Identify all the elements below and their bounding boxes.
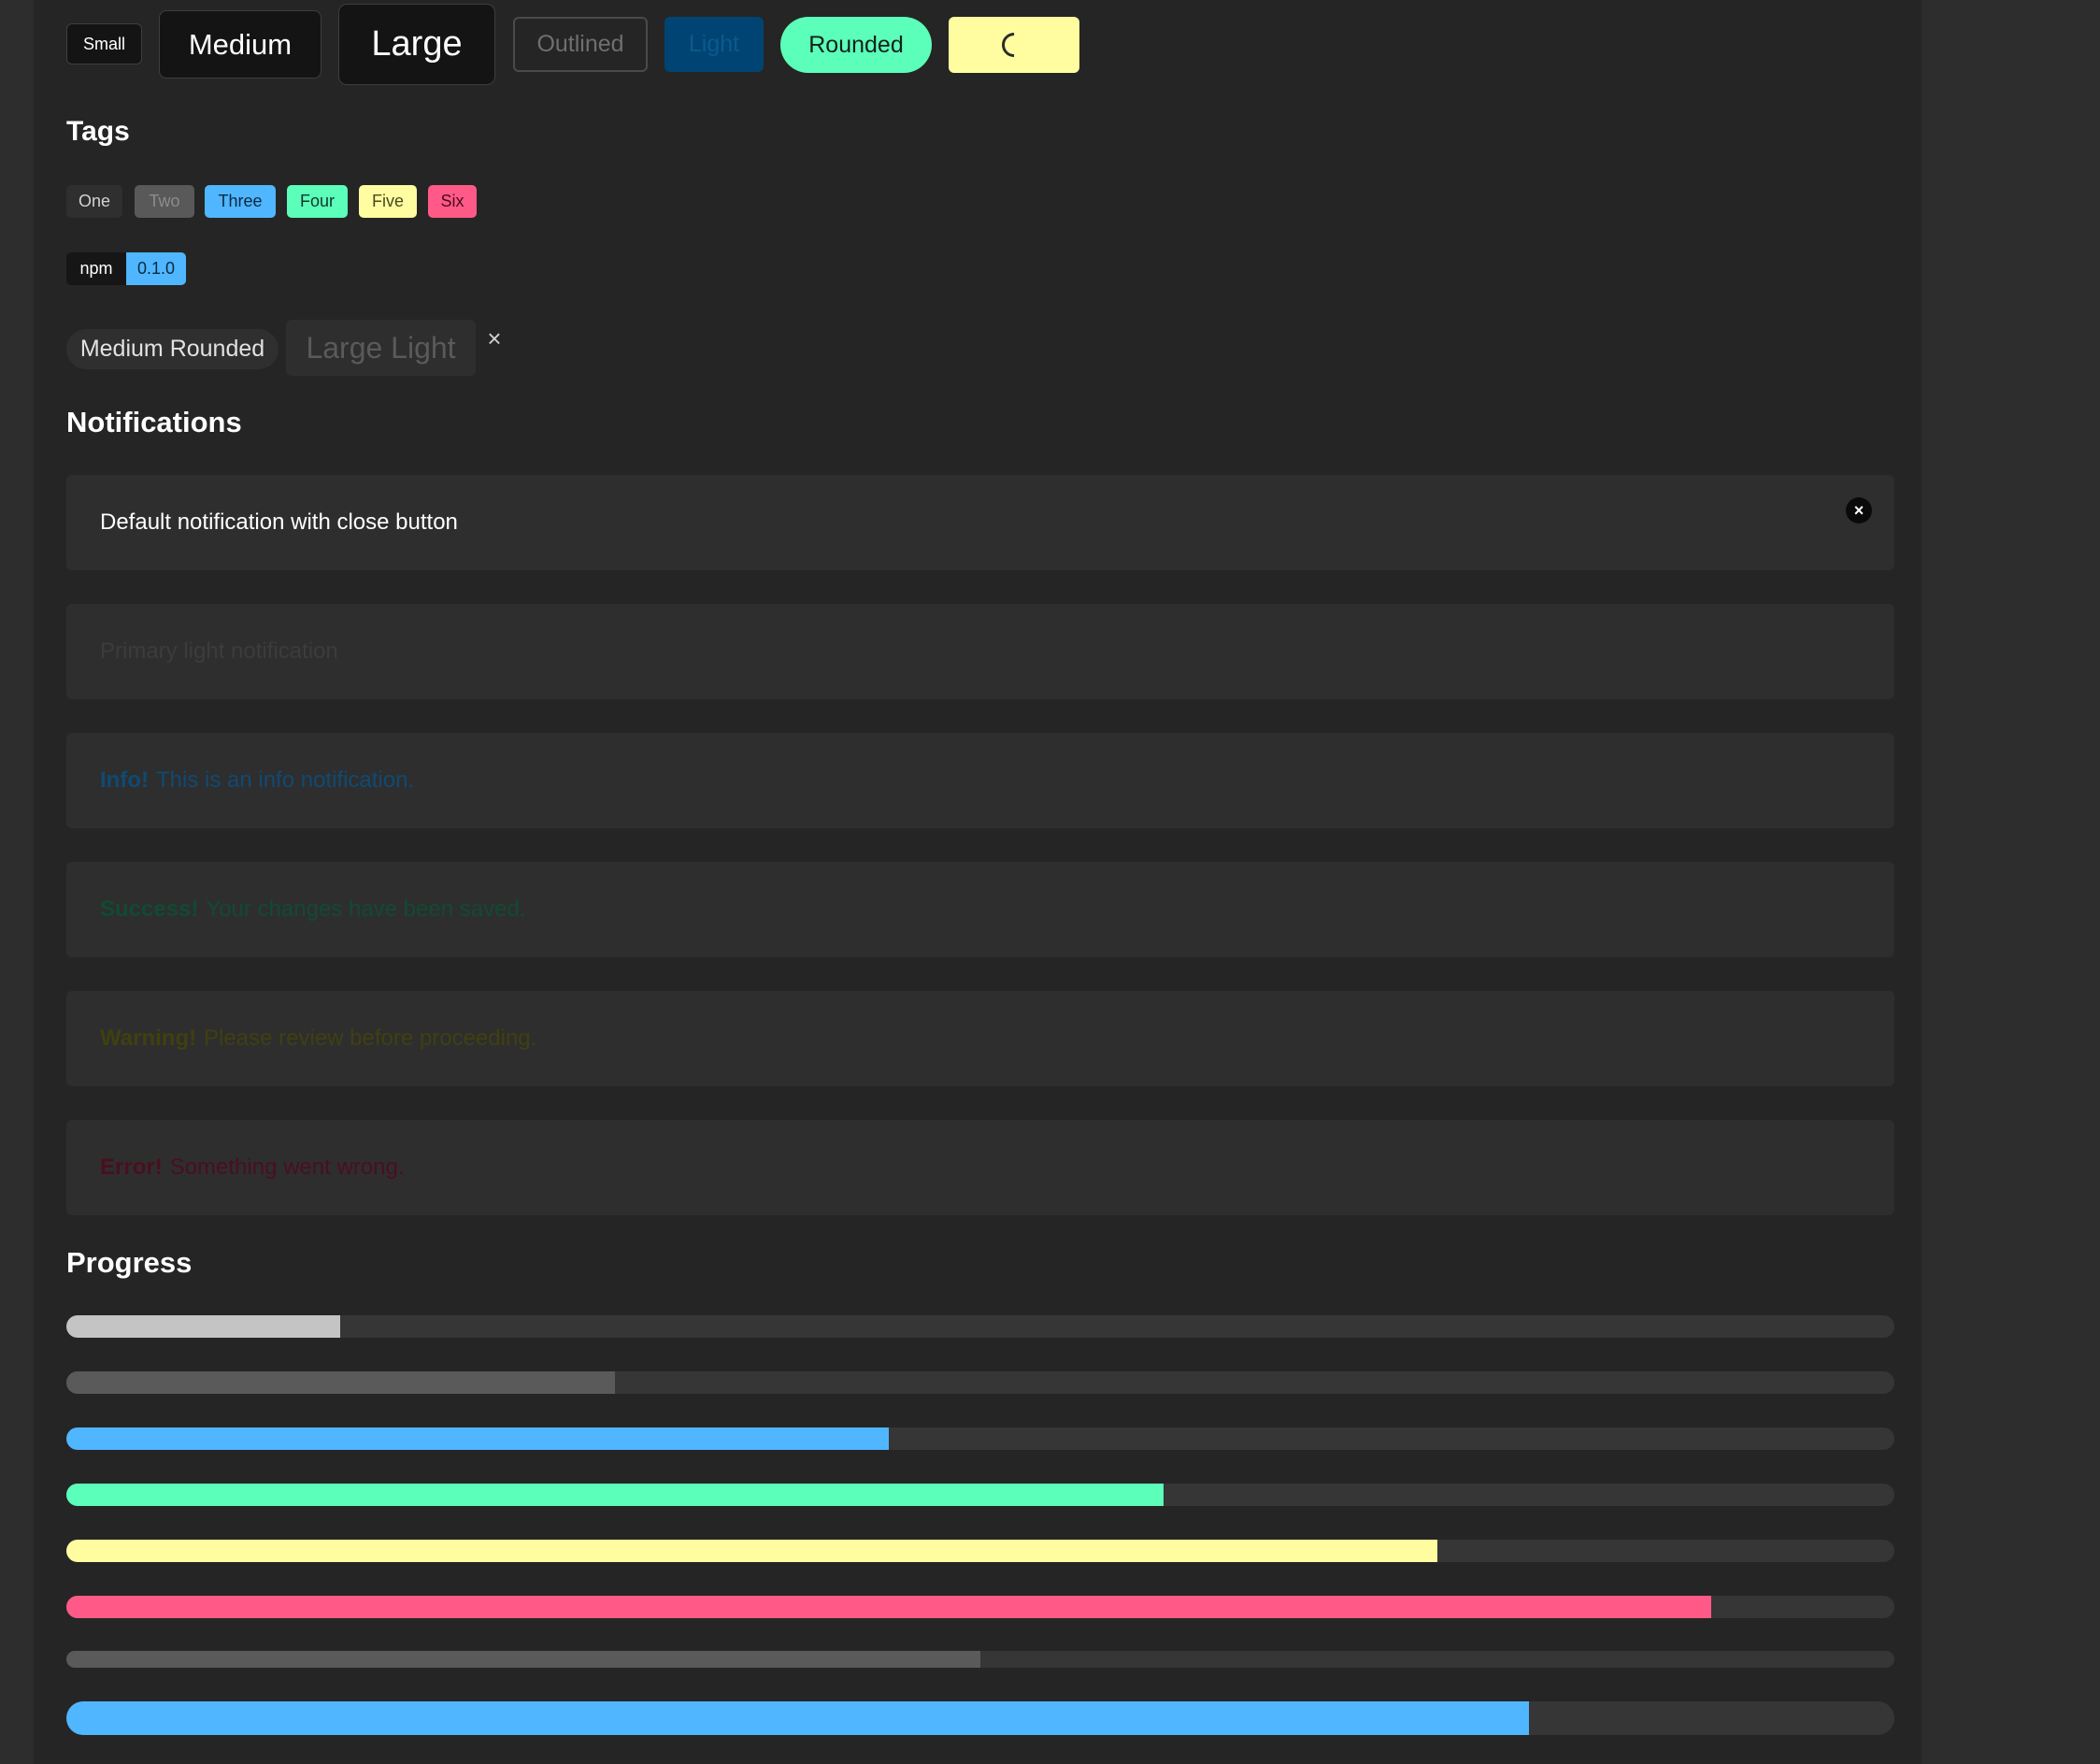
notification-text: Primary light notification: [100, 638, 338, 664]
notification-strong: Info!: [100, 767, 149, 793]
progress-fill: [66, 1701, 1529, 1735]
close-icon[interactable]: ×: [1846, 497, 1872, 523]
progress-fill: [66, 1540, 1437, 1562]
progress-bar: [66, 1371, 1894, 1394]
progress-fill: [66, 1484, 1164, 1506]
addon-label-tag: npm: [66, 252, 126, 285]
medium-button[interactable]: Medium: [159, 10, 321, 79]
tag-six: Six: [428, 185, 477, 218]
primary-light-notification: Primary light notification: [66, 604, 1894, 699]
progress-bar-small: [66, 1651, 1894, 1668]
large-button[interactable]: Large: [338, 4, 495, 85]
progress-fill: [66, 1651, 980, 1668]
notification-text: Please review before proceeding.: [204, 1025, 537, 1051]
notification-text: Your changes have been saved.: [206, 896, 526, 922]
progress-bar-large: [66, 1701, 1894, 1735]
small-button[interactable]: Small: [66, 23, 142, 65]
tag-two: Two: [135, 185, 194, 218]
large-light-tag: Large Light: [286, 320, 476, 376]
tag-five: Five: [359, 185, 417, 218]
progress-bar: [66, 1596, 1894, 1618]
notification-text: This is an info notification.: [155, 767, 415, 793]
progress-bar: [66, 1540, 1894, 1562]
progress-fill: [66, 1427, 890, 1450]
progress-bar: [66, 1315, 1894, 1338]
notifications-heading: Notifications: [66, 406, 242, 438]
outlined-button[interactable]: Outlined: [513, 17, 648, 72]
tags-heading: Tags: [66, 116, 130, 147]
delete-tag-icon[interactable]: ×: [484, 326, 505, 351]
loading-button[interactable]: [949, 17, 1079, 73]
medium-rounded-tag: Medium Rounded: [66, 329, 279, 369]
success-notification: Success! Your changes have been saved.: [66, 862, 1894, 957]
notification-strong: Warning!: [100, 1025, 197, 1051]
progress-bar: [66, 1427, 1894, 1450]
notification-text: Something went wrong.: [169, 1154, 405, 1180]
rounded-button[interactable]: Rounded: [780, 17, 932, 73]
progress-fill: [66, 1371, 615, 1394]
light-button[interactable]: Light: [664, 17, 764, 72]
progress-fill: [66, 1596, 1712, 1618]
tag-one: One: [66, 185, 122, 218]
progress-bar: [66, 1484, 1894, 1506]
default-notification: Default notification with close button ×: [66, 475, 1894, 570]
warning-notification: Warning! Please review before proceeding…: [66, 991, 1894, 1086]
progress-heading: Progress: [66, 1246, 193, 1279]
notification-text: Default notification with close button: [100, 509, 458, 535]
spinner-icon: [996, 27, 1032, 63]
tag-three: Three: [205, 185, 276, 218]
error-notification: Error! Something went wrong.: [66, 1120, 1894, 1215]
tag-four: Four: [287, 185, 348, 218]
notification-strong: Error!: [100, 1154, 163, 1180]
progress-fill: [66, 1315, 341, 1338]
addon-value-tag: 0.1.0: [126, 252, 186, 285]
notification-strong: Success!: [100, 896, 199, 922]
info-notification: Info! This is an info notification.: [66, 733, 1894, 828]
